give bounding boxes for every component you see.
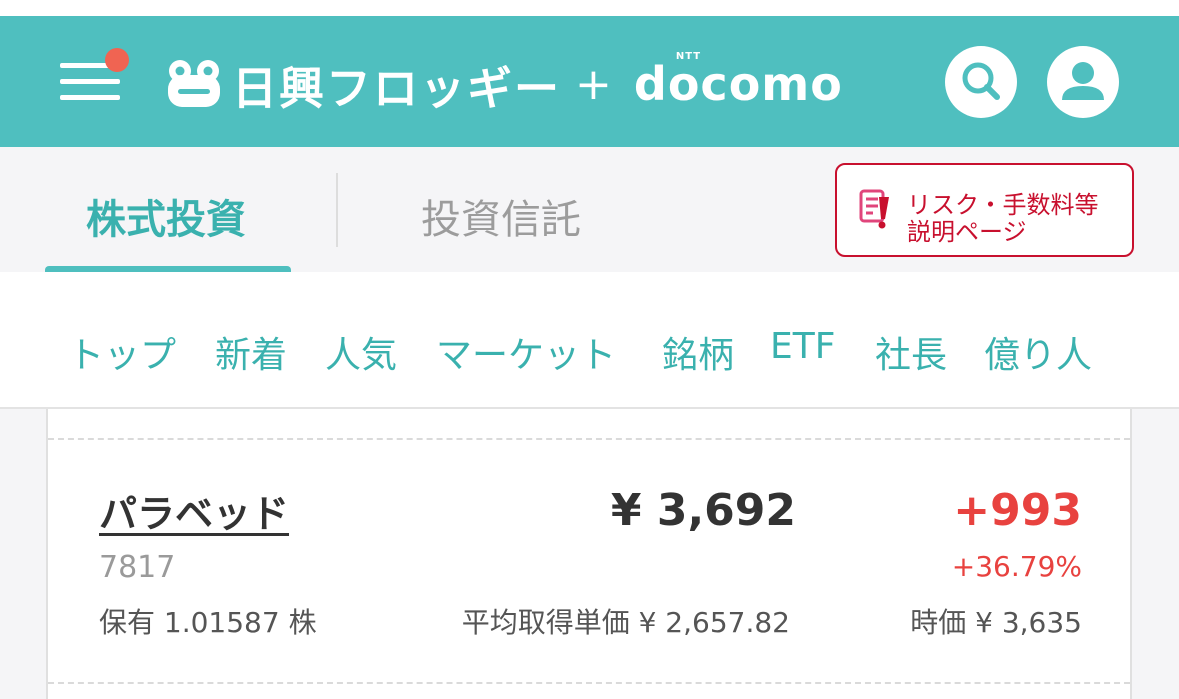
app-header: 日興フロッギー + NTT docomo [0, 16, 1179, 147]
user-icon [1062, 62, 1104, 100]
nav-billionaire[interactable]: 億り人 [984, 326, 1092, 378]
status-strip [0, 0, 1179, 16]
market-value: 時価 ¥ 3,635 [910, 606, 1082, 639]
partner-superscript: NTT [675, 51, 702, 62]
menu-button[interactable] [58, 48, 129, 107]
account-button[interactable] [1047, 46, 1119, 118]
current-price: ¥ 3,692 [610, 485, 796, 536]
holding-quantity: 保有 1.01587 株 [99, 606, 317, 639]
nav-president[interactable]: 社長 [875, 326, 947, 378]
notification-dot [105, 48, 129, 72]
nav-stocks[interactable]: 銘柄 [662, 326, 734, 378]
menu-icon-bar [60, 79, 120, 84]
stock-code: 7817 [99, 550, 176, 585]
nav-top[interactable]: トップ [68, 326, 176, 378]
price-change: +993 [953, 485, 1082, 536]
partner-logo: NTT docomo [633, 51, 843, 111]
nav-etf[interactable]: ETF [770, 326, 835, 367]
document-alert-icon [859, 189, 889, 229]
risk-fee-info-button[interactable]: リスク・手数料等 説明ページ [835, 163, 1134, 257]
tab-investment-trust[interactable]: 投資信託 [421, 187, 581, 245]
brand-name: 日興フロッギー [232, 61, 562, 115]
partner-name: docomo [633, 57, 843, 111]
brand-plus: + [575, 58, 612, 110]
tab-bar: 株式投資 投資信託 リスク・手数料等 説明ページ [0, 147, 1179, 273]
search-button[interactable] [945, 46, 1017, 118]
holding-card: パラベッド 7817 ¥ 3,692 +993 +36.79% 保有 1.015… [46, 409, 1132, 699]
average-cost: 平均取得単価 ¥ 2,657.82 [461, 606, 790, 639]
search-icon [962, 62, 1000, 100]
divider [48, 682, 1130, 684]
price-change-percent: +36.79% [951, 550, 1082, 583]
holdings-section: パラベッド 7817 ¥ 3,692 +993 +36.79% 保有 1.015… [0, 409, 1179, 699]
brand-logo[interactable]: 日興フロッギー + NTT docomo [166, 51, 843, 115]
menu-icon-bar [60, 95, 120, 100]
nav-market[interactable]: マーケット [436, 326, 616, 378]
divider [48, 438, 1130, 440]
nav-new[interactable]: 新着 [215, 326, 287, 378]
tab-stock-investment[interactable]: 株式投資 [86, 187, 246, 245]
frog-logo-icon [168, 60, 220, 107]
category-nav: トップ 新着 人気 マーケット 銘柄 ETF 社長 億り人 [0, 272, 1179, 409]
tab-divider [336, 173, 338, 247]
stock-name-link[interactable]: パラベッド [99, 483, 289, 538]
risk-button-label-line2: 説明ページ [907, 218, 1027, 246]
nav-popular[interactable]: 人気 [325, 326, 397, 378]
